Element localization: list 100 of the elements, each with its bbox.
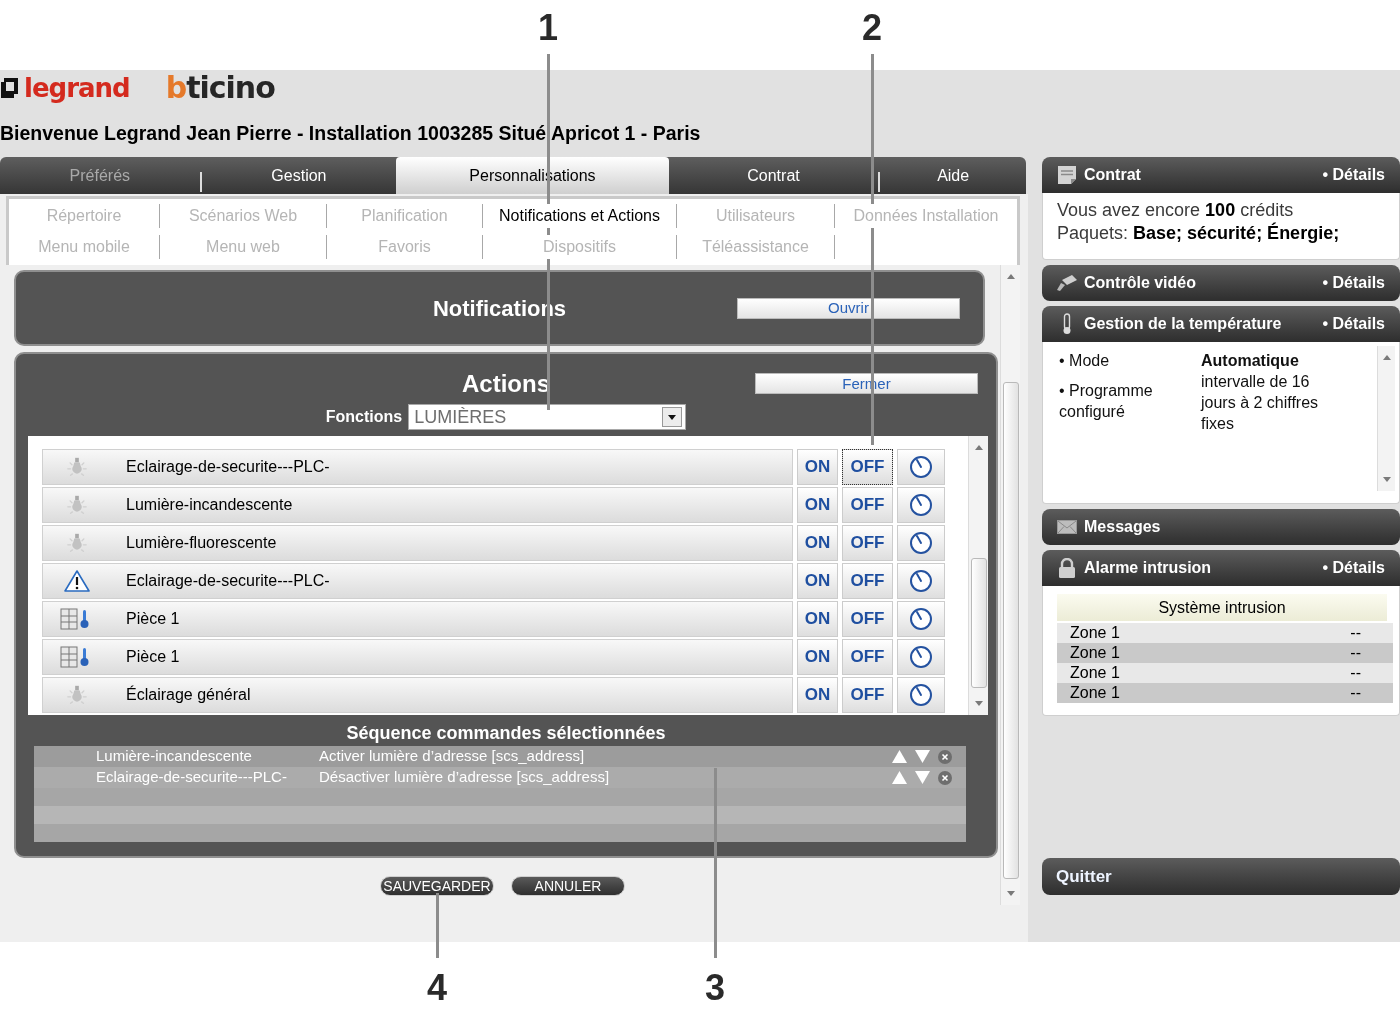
camera-icon [1056, 274, 1078, 292]
scroll-up-arrow-icon[interactable] [1006, 274, 1015, 279]
lock-icon [1058, 558, 1076, 578]
move-up-icon[interactable] [892, 771, 907, 784]
leader-line [436, 893, 439, 958]
scrollbar-thumb[interactable] [1002, 382, 1019, 879]
setting-label: • Mode [1059, 351, 1111, 371]
scrollbar-thumb[interactable] [970, 558, 987, 688]
thermometer-icon [1062, 313, 1072, 335]
subtab[interactable]: Notifications et Actions [498, 204, 661, 228]
schedule-button[interactable] [897, 677, 945, 713]
schedule-button[interactable] [897, 525, 945, 561]
clock-icon [909, 607, 933, 631]
scrollbar[interactable] [1377, 346, 1395, 491]
footer-button[interactable]: SAUVEGARDER [380, 876, 494, 896]
tab: Préférés [0, 157, 200, 194]
setting-value: intervalle de 16 jours à 2 chiffres fixes [1201, 372, 1320, 434]
widget-title: Alarme intrusion [1084, 558, 1212, 578]
details-link[interactable]: • Détails [1322, 271, 1385, 295]
device-name: Pièce 1 [126, 609, 180, 629]
bticino-logo: bticino [165, 73, 275, 103]
on-button[interactable]: ON [797, 525, 838, 561]
schedule-button[interactable] [897, 487, 945, 523]
clock-icon [909, 493, 933, 517]
sequence-title: Séquence commandes sélectionnées [345, 722, 667, 745]
legrand-logo: legrand [24, 75, 130, 101]
tab[interactable]: Aide [880, 157, 1026, 194]
off-button[interactable]: OFF [842, 601, 893, 637]
on-button[interactable]: ON [797, 639, 838, 675]
remove-icon[interactable] [938, 749, 952, 764]
quit-button[interactable]: Quitter [1042, 858, 1400, 895]
sequence-device: Lumière-incandescente [96, 746, 253, 767]
tab[interactable]: Contrat [668, 157, 879, 194]
warning-icon [64, 569, 90, 593]
move-up-icon[interactable] [892, 750, 907, 763]
panel-title: Actions [462, 371, 550, 396]
clock-icon [909, 531, 933, 555]
device-name: Eclairage-de-securite---PLC- [126, 571, 330, 591]
remove-icon[interactable] [938, 770, 952, 785]
zone-name: Zone 1 [1070, 663, 1120, 683]
clock-icon [909, 683, 933, 707]
details-link[interactable]: • Détails [1322, 312, 1385, 336]
schedule-button[interactable] [897, 639, 945, 675]
off-button[interactable]: OFF [842, 449, 893, 485]
device-name: Lumière-fluorescente [126, 533, 277, 553]
light-bulb-icon [66, 684, 88, 706]
tab[interactable]: Gestion [201, 157, 397, 194]
move-down-icon[interactable] [915, 750, 930, 763]
on-button[interactable]: ON [797, 563, 838, 599]
zone-status: -- [1350, 623, 1361, 643]
on-button[interactable]: ON [797, 677, 838, 713]
clock-icon [909, 645, 933, 669]
move-down-icon[interactable] [915, 771, 930, 784]
light-bulb-icon [66, 532, 88, 554]
sequence-device: Eclairage-de-securite---PLC- [96, 767, 288, 788]
light-bulb-icon [66, 494, 88, 516]
scroll-up-arrow-icon[interactable] [974, 445, 983, 450]
schedule-button[interactable] [897, 449, 945, 485]
filter-label: Fonctions [325, 407, 403, 427]
footer-button[interactable]: ANNULER [511, 876, 625, 896]
device-name: Pièce 1 [126, 647, 180, 667]
zone-name: Zone 1 [1070, 623, 1120, 643]
scroll-down-arrow-icon[interactable] [1006, 891, 1015, 896]
zone-status: -- [1350, 643, 1361, 663]
note-icon [1057, 165, 1077, 185]
light-bulb-icon [66, 456, 88, 478]
scrollbar[interactable] [1000, 265, 1020, 905]
off-button[interactable]: OFF [842, 639, 893, 675]
scroll-up-arrow-icon[interactable] [1382, 355, 1391, 360]
zone-name: Zone 1 [1070, 683, 1120, 703]
on-button[interactable]: ON [797, 487, 838, 523]
off-button[interactable]: OFF [842, 677, 893, 713]
device-name: Éclairage général [126, 684, 251, 705]
contract-info: Paquets: Base; sécurité; Énergie; [1057, 222, 1341, 245]
welcome-text: Bienvenue Legrand Jean Pierre - Installation 1003285 Situé Apricot 1 - Paris [0, 121, 701, 146]
on-button[interactable]: ON [797, 449, 838, 485]
scroll-down-arrow-icon[interactable] [1382, 477, 1391, 482]
off-button[interactable]: OFF [842, 525, 893, 561]
widget-title: Contrat [1084, 165, 1141, 185]
off-button[interactable]: OFF [842, 487, 893, 523]
schedule-button[interactable] [897, 601, 945, 637]
on-button[interactable]: ON [797, 601, 838, 637]
sequence-action: Activer lumière d’adresse [scs_address] [319, 746, 585, 767]
scroll-down-arrow-icon[interactable] [974, 701, 983, 706]
device-name: Lumière-incandescente [126, 495, 293, 515]
open-button[interactable]: Ouvrir [737, 297, 960, 319]
widget-title: Contrôle vidéo [1084, 273, 1196, 293]
schedule-button[interactable] [897, 563, 945, 599]
zone-name: Zone 1 [1070, 643, 1120, 663]
function-select[interactable]: LUMIÈRES [408, 404, 687, 430]
tab[interactable]: Personnalisations [396, 157, 669, 194]
details-link[interactable]: • Détails [1322, 556, 1385, 580]
widget-title: Messages [1084, 517, 1161, 537]
setting-label: • Programme configuré [1059, 381, 1154, 422]
details-link[interactable]: • Détails [1322, 163, 1385, 187]
clock-icon [909, 569, 933, 593]
contract-info: Vous avez encore 100 crédits [1057, 199, 1295, 222]
callout-number: 1 [537, 6, 559, 50]
scrollbar[interactable] [968, 436, 988, 715]
off-button[interactable]: OFF [842, 563, 893, 599]
